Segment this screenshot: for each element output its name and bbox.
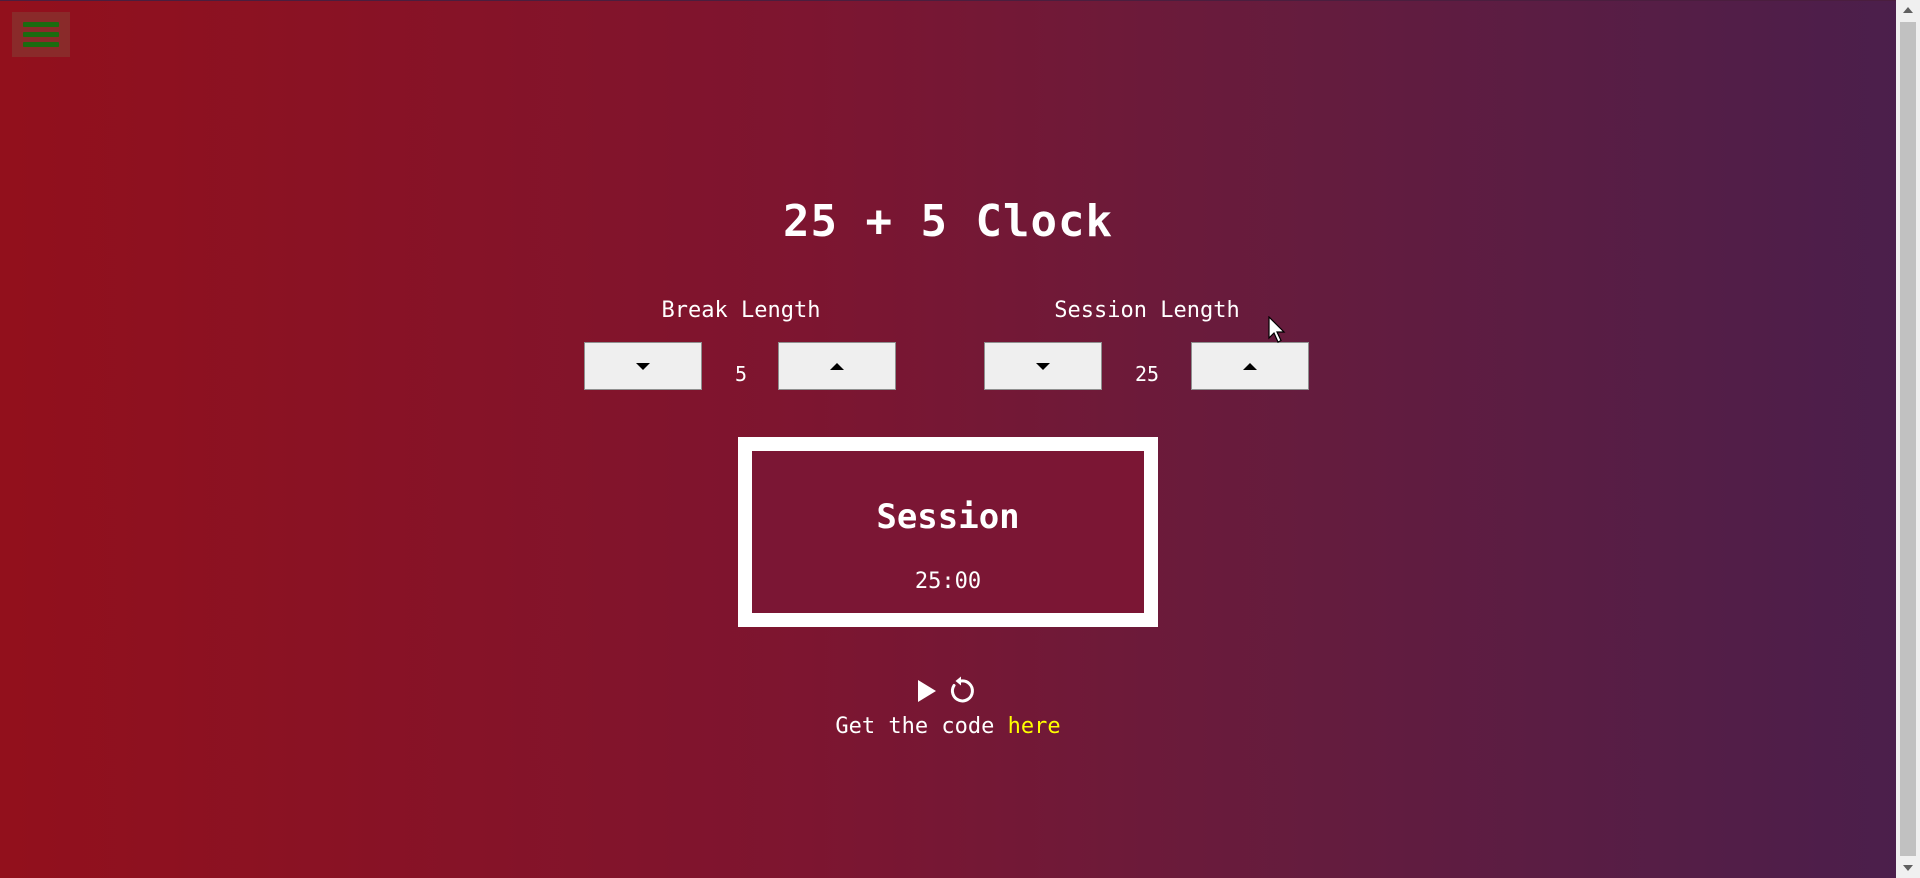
break-length-label: Break Length: [661, 298, 821, 323]
arrow-down-icon: [636, 362, 650, 370]
app-viewport: 25 + 5 Clock Break Length 5 Session Leng…: [0, 0, 1920, 878]
footer: Get the code here: [0, 714, 1896, 739]
scroll-thumb[interactable]: [1900, 22, 1916, 856]
arrow-up-icon: [1243, 362, 1257, 370]
timer-label: Session: [876, 497, 1020, 537]
menu-button[interactable]: [12, 12, 70, 57]
timer-box: Session 25:00: [738, 437, 1158, 627]
hamburger-icon-bar: [23, 32, 59, 37]
scroll-up-icon[interactable]: [1896, 0, 1920, 20]
footer-text: Get the code: [835, 714, 1008, 739]
scroll-down-icon[interactable]: [1896, 858, 1920, 878]
session-length-label: Session Length: [1054, 298, 1240, 323]
page-title: 25 + 5 Clock: [783, 196, 1113, 247]
timer-controls: [916, 676, 976, 706]
arrow-up-icon: [830, 362, 844, 370]
timer-panel: Session 25:00: [752, 451, 1144, 613]
source-code-link[interactable]: here: [1008, 714, 1061, 739]
reset-icon[interactable]: [946, 676, 976, 706]
vertical-scrollbar[interactable]: [1896, 0, 1920, 878]
break-increment-button[interactable]: [778, 342, 896, 390]
play-icon[interactable]: [916, 679, 938, 703]
session-decrement-button[interactable]: [984, 342, 1102, 390]
arrow-down-icon: [1036, 362, 1050, 370]
mouse-cursor-icon: [1268, 315, 1288, 348]
break-length-value: 5: [734, 362, 748, 386]
break-decrement-button[interactable]: [584, 342, 702, 390]
session-length-value: 25: [1134, 362, 1160, 386]
time-left: 25:00: [914, 569, 982, 594]
hamburger-icon-bar: [23, 22, 59, 27]
session-increment-button[interactable]: [1191, 342, 1309, 390]
top-border: [0, 0, 1896, 1]
hamburger-icon-bar: [23, 42, 59, 47]
